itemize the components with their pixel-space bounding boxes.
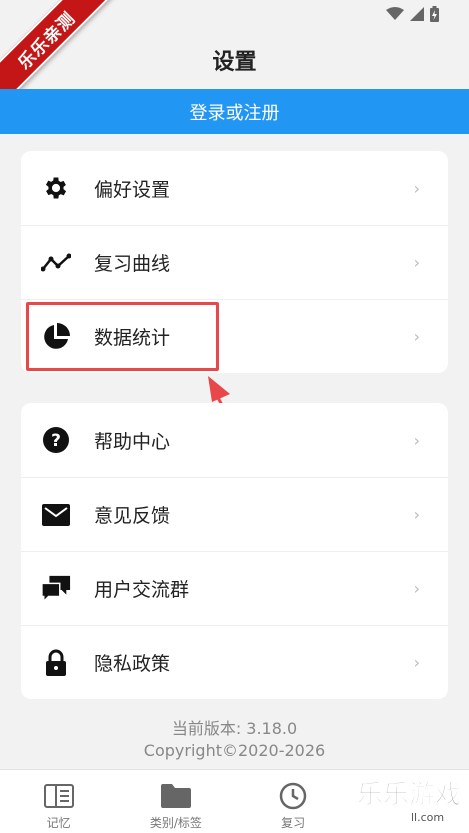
- site-watermark-logo: 乐乐游戏 ll.com: [357, 780, 462, 824]
- tab-memory[interactable]: 记忆: [0, 770, 117, 833]
- tab-label: 类别/标签: [149, 816, 202, 830]
- help-circle-icon: ?: [41, 425, 71, 455]
- svg-text:乐乐游戏: 乐乐游戏: [357, 780, 461, 810]
- copyright-text: Copyright©2020-2026: [143, 741, 326, 760]
- settings-group-2: ? 帮助中心 › 意见反馈 › 用户交流群 › 隐私政策 ›: [21, 403, 448, 699]
- menu-item-label: 复习曲线: [94, 253, 171, 275]
- menu-item-privacy[interactable]: 隐私政策 ›: [21, 625, 448, 699]
- page-title: 设置: [212, 50, 257, 75]
- chevron-right-icon: ›: [413, 505, 420, 524]
- folder-icon: [160, 782, 192, 810]
- battery-icon: [430, 6, 439, 22]
- gear-icon: [41, 173, 71, 203]
- menu-item-label: 帮助中心: [94, 430, 171, 453]
- menu-item-help[interactable]: ? 帮助中心 ›: [21, 403, 448, 477]
- chevron-right-icon: ›: [413, 430, 420, 450]
- menu-item-user-group[interactable]: 用户交流群 ›: [21, 551, 448, 625]
- version-text: 当前版本: 3.18.0: [171, 719, 298, 738]
- menu-item-feedback[interactable]: 意见反馈 ›: [21, 477, 448, 551]
- lock-icon: [41, 648, 71, 678]
- menu-item-statistics[interactable]: 数据统计 ›: [21, 299, 448, 373]
- mail-icon: [41, 500, 71, 530]
- login-register-button[interactable]: 登录或注册: [0, 89, 469, 134]
- chevron-right-icon: ›: [413, 579, 420, 598]
- book-icon: [43, 782, 74, 810]
- menu-item-label: 隐私政策: [94, 653, 171, 675]
- pie-chart-icon: [41, 322, 71, 352]
- chevron-right-icon: ›: [413, 327, 420, 346]
- svg-text:ll.com: ll.com: [411, 811, 444, 824]
- chevron-right-icon: ›: [413, 178, 420, 198]
- tab-label: 记忆: [46, 816, 71, 830]
- chat-icon: [41, 574, 71, 604]
- menu-item-label: 意见反馈: [94, 505, 171, 527]
- login-register-label: 登录或注册: [189, 102, 280, 124]
- chevron-right-icon: ›: [413, 253, 420, 272]
- trend-line-icon: [41, 248, 71, 278]
- signal-icon: [410, 7, 424, 21]
- chevron-right-icon: ›: [413, 653, 420, 672]
- menu-item-label: 用户交流群: [94, 579, 190, 601]
- tab-review[interactable]: 复习: [235, 770, 352, 833]
- menu-item-label: 偏好设置: [94, 178, 171, 201]
- svg-text:?: ?: [51, 431, 61, 451]
- menu-item-review-curve[interactable]: 复习曲线 ›: [21, 225, 448, 299]
- settings-group-1: 偏好设置 › 复习曲线 › 数据统计 ›: [21, 151, 448, 373]
- wifi-icon: [386, 7, 404, 20]
- menu-item-label: 数据统计: [94, 327, 171, 349]
- menu-item-preferences[interactable]: 偏好设置 ›: [21, 151, 448, 225]
- clock-icon: [279, 782, 307, 810]
- tab-label: 复习: [281, 816, 306, 830]
- version-info: 当前版本: 3.18.0 Copyright©2020-2026: [0, 718, 469, 762]
- tab-categories-tags[interactable]: 类别/标签: [117, 770, 234, 833]
